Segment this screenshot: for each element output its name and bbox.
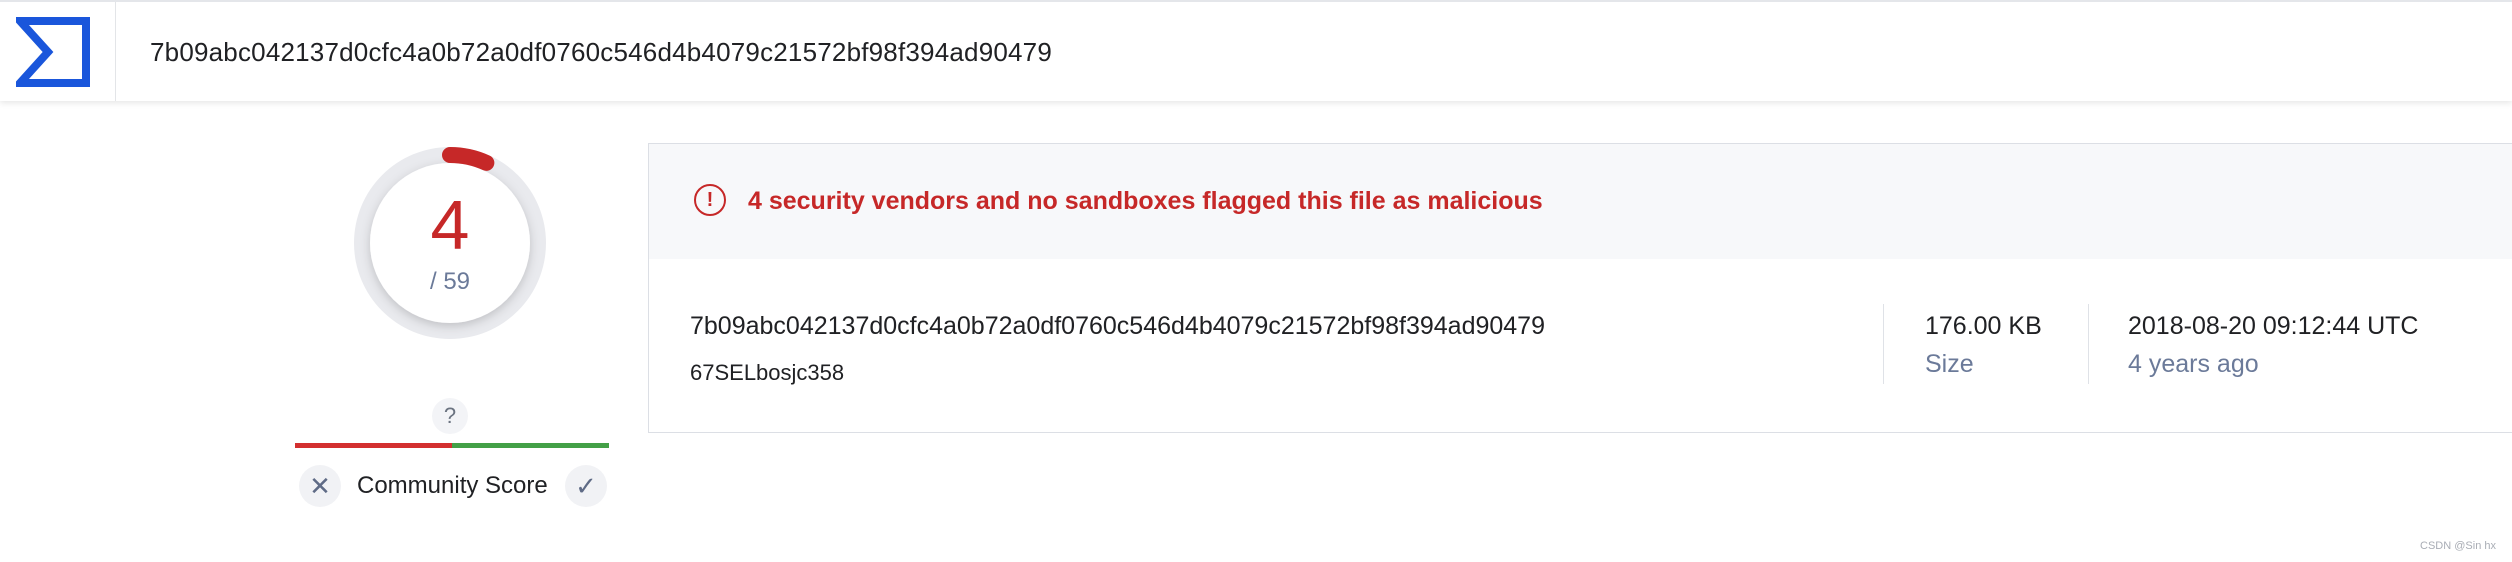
file-summary-card: ! 4 security vendors and no sandboxes fl… <box>648 143 2512 433</box>
detection-score-widget: 4 / 59 <box>345 138 555 348</box>
sigma-logo-icon <box>16 17 90 87</box>
file-size-value: 176.00 KB <box>1925 312 2042 340</box>
alert-icon: ! <box>694 184 726 216</box>
upvote-button[interactable]: ✓ <box>565 465 607 507</box>
watermark: CSDN @Sin hx <box>2420 540 2496 552</box>
file-size-label: Size <box>1925 350 1974 378</box>
top-bar: 7b09abc042137d0cfc4a0b72a0df0760c546d4b4… <box>0 0 2512 101</box>
alert-text: 4 security vendors and no sandboxes flag… <box>748 187 1543 215</box>
close-icon: ✕ <box>309 471 331 501</box>
file-hash: 7b09abc042137d0cfc4a0b72a0df0760c546d4b4… <box>690 312 1545 340</box>
analysis-date-relative: 4 years ago <box>2128 350 2259 378</box>
check-icon: ✓ <box>575 471 597 501</box>
divider <box>2088 304 2089 384</box>
detection-count: 4 <box>430 186 470 264</box>
community-score-question: ? <box>432 398 468 434</box>
file-name: 67SELbosjc358 <box>690 360 845 385</box>
divider <box>1883 304 1884 384</box>
logo-link[interactable] <box>0 2 116 101</box>
community-score-label: Community Score <box>357 472 548 499</box>
analysis-date-value: 2018-08-20 09:12:44 UTC <box>2128 312 2419 340</box>
community-good-bar <box>452 443 609 448</box>
search-input[interactable]: 7b09abc042137d0cfc4a0b72a0df0760c546d4b4… <box>150 37 1052 68</box>
downvote-button[interactable]: ✕ <box>299 465 341 507</box>
malicious-alert: ! 4 security vendors and no sandboxes fl… <box>649 144 2512 259</box>
community-bad-bar <box>295 443 452 448</box>
detection-total: / 59 <box>429 268 471 295</box>
community-score-bar <box>295 443 609 448</box>
detection-arc <box>442 147 495 171</box>
